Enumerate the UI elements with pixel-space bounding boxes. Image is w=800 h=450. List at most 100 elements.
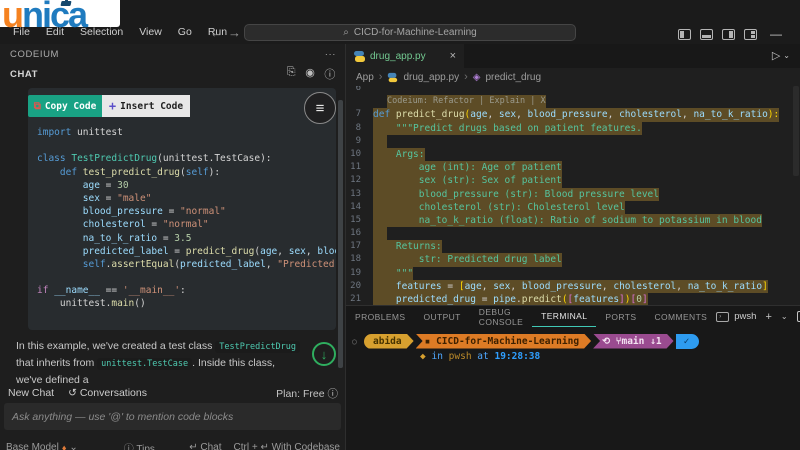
chat-section-header: CHAT ⎘ ◉ ⓘ xyxy=(0,64,346,84)
plan-badge[interactable]: Plan: Free ⓘ xyxy=(276,386,338,401)
tab-terminal[interactable]: TERMINAL xyxy=(532,306,597,327)
forward-icon[interactable]: → xyxy=(228,25,241,40)
gem-icon: ♦ xyxy=(61,442,67,450)
menu-go[interactable]: Go xyxy=(171,24,199,40)
sidebar-more-icon[interactable]: ··· xyxy=(325,49,336,60)
account-icon[interactable]: ◉ xyxy=(305,66,315,82)
run-caret-icon: ⌄ xyxy=(783,51,790,60)
tab-output[interactable]: OUTPUT xyxy=(414,306,469,327)
prompt-status-segment: ✓ xyxy=(675,333,700,349)
code-editor[interactable]: 6 Codeium: Refactor | Explain | X 7 def pre… xyxy=(346,86,800,305)
breadcrumb-file[interactable]: drug_app.py xyxy=(403,72,459,83)
shell-icon: › xyxy=(716,311,730,322)
editor-tab-bar: drug_app.py × xyxy=(346,44,800,68)
tab-ports[interactable]: PORTS xyxy=(596,306,645,327)
tab-label: drug_app.py xyxy=(370,50,426,62)
tab-comments[interactable]: COMMENTS xyxy=(645,306,716,327)
chat-title: CHAT xyxy=(10,68,39,80)
code-lines: 6 Codeium: Refactor | Explain | X 7 def pre… xyxy=(350,86,780,305)
command-decoration-icon: ○ xyxy=(352,336,357,346)
logo-text: unica xyxy=(2,0,88,35)
enter-icon: ↵ xyxy=(189,442,198,450)
shell-label[interactable]: pwsh xyxy=(734,311,756,322)
terminal-content[interactable]: ○ abida ▪ CICD-for-Machine-Learning ⟲ ⑂m… xyxy=(352,333,798,364)
customize-layout-icon[interactable] xyxy=(744,28,757,40)
info-icon[interactable]: ⓘ xyxy=(324,66,336,82)
diamond-icon: ◆ xyxy=(420,351,426,362)
toggle-secondary-sidebar-icon[interactable] xyxy=(722,28,735,40)
chat-model-bar: Base Model ♦ ⌄ ⓘ Tips ↵ Chat Ctrl + ↵ Wi… xyxy=(0,440,346,450)
history-icon: ↺ xyxy=(68,387,77,399)
back-icon[interactable]: ← xyxy=(210,25,223,40)
chat-scrollbar[interactable] xyxy=(338,100,343,368)
menu-view[interactable]: View xyxy=(132,24,169,40)
tips-button[interactable]: ⓘ Tips xyxy=(124,440,155,450)
terminal-dropdown-icon[interactable]: ⌄ xyxy=(781,312,788,321)
export-chat-icon[interactable]: ⎘ xyxy=(287,66,296,82)
close-tab-icon[interactable]: × xyxy=(450,50,456,62)
clipboard-icon: ⧉ xyxy=(33,100,41,112)
toggle-sidebar-icon[interactable] xyxy=(678,28,691,40)
sidebar-title: CODEIUM xyxy=(10,48,60,60)
inline-code-chip: unittest.TestCase xyxy=(97,358,193,370)
run-icon: ▷ xyxy=(771,50,781,62)
prompt-repo-segment: ▪ CICD-for-Machine-Learning xyxy=(416,334,591,349)
sync-icon: ⟲ xyxy=(602,335,611,347)
model-caret-icon[interactable]: ⌄ xyxy=(69,442,77,450)
window-layout-controls: — xyxy=(678,27,782,41)
chat-code-block: ⧉ Copy Code + Insert Code import unittes… xyxy=(28,88,336,330)
new-chat-button[interactable]: New Chat xyxy=(8,387,54,399)
editor-scrollbar[interactable] xyxy=(793,86,799,176)
info-icon: ⓘ xyxy=(327,387,339,400)
bottom-panel: PROBLEMS OUTPUT DEBUG CONSOLE TERMINAL P… xyxy=(346,305,800,450)
editor-group: drug_app.py × ▷ ⌄ App › drug_app.py › ◈ … xyxy=(346,44,800,305)
method-symbol-icon: ◈ xyxy=(472,71,481,83)
python-file-icon xyxy=(388,72,398,82)
graduation-cap-icon xyxy=(60,0,73,7)
search-icon: ⌕ xyxy=(343,27,349,38)
copy-code-button[interactable]: ⧉ Copy Code xyxy=(28,95,102,117)
info-icon: ⓘ xyxy=(123,444,134,450)
minimize-button[interactable]: — xyxy=(770,27,782,41)
chat-footer-bar: New Chat ↺ Conversations Plan: Free ⓘ xyxy=(0,385,346,401)
chat-input-placeholder: Ask anything — use '@' to mention code b… xyxy=(12,410,234,423)
run-python-file-button[interactable]: ▷ ⌄ xyxy=(772,49,790,62)
split-terminal-icon[interactable] xyxy=(796,311,800,322)
panel-tab-bar: PROBLEMS OUTPUT DEBUG CONSOLE TERMINAL P… xyxy=(346,306,800,327)
chevron-icon: › xyxy=(378,71,383,83)
codeium-chat-panel: CODEIUM ··· CHAT ⎘ ◉ ⓘ ⧉ Copy Code + Ins… xyxy=(0,44,346,450)
check-icon: ✓ xyxy=(683,335,690,347)
down-arrow-icon: ↓ xyxy=(320,346,328,362)
folder-icon: ▪ xyxy=(424,335,431,347)
breadcrumb-symbol[interactable]: predict_drug xyxy=(485,72,541,83)
terminal-actions: › pwsh + ⌄ xyxy=(716,311,800,323)
insert-code-button[interactable]: + Insert Code xyxy=(102,95,190,117)
codebase-hint: Ctrl + ↵ With Codebase xyxy=(233,442,340,450)
scroll-to-bottom-button[interactable]: ↓ xyxy=(312,342,336,366)
unica-logo: unica xyxy=(0,0,122,44)
inline-code-chip: TestPredictDrug xyxy=(215,341,301,353)
hamburger-icon: ≡ xyxy=(315,99,325,117)
command-center-search[interactable]: ⌕ CICD-for-Machine-Learning xyxy=(244,24,576,41)
chevron-icon: › xyxy=(464,71,468,83)
chat-explanation: In this example, we've created a test cl… xyxy=(16,338,304,388)
chat-code-content: import unittest class TestPredictDrug(uni… xyxy=(37,127,336,310)
python-file-icon xyxy=(354,50,365,62)
vscode-window: File Edit Selection View Go Run ··· ← → … xyxy=(0,0,800,450)
breadcrumb-folder[interactable]: App xyxy=(356,72,374,83)
terminal-prompt: ○ abida ▪ CICD-for-Machine-Learning ⟲ ⑂m… xyxy=(352,333,798,349)
chat-menu-button[interactable]: ≡ xyxy=(304,92,336,124)
code-block-actions: ⧉ Copy Code + Insert Code xyxy=(28,95,190,117)
new-terminal-icon[interactable]: + xyxy=(765,311,771,323)
search-text: CICD-for-Machine-Learning xyxy=(353,27,477,38)
chat-hint: ↵ Chat xyxy=(189,442,221,450)
plus-icon: + xyxy=(108,99,117,113)
model-selector[interactable]: Base Model xyxy=(6,442,59,450)
tab-debug-console[interactable]: DEBUG CONSOLE xyxy=(470,306,532,327)
conversations-button[interactable]: ↺ Conversations xyxy=(68,387,147,399)
breadcrumb: App › drug_app.py › ◈ predict_drug xyxy=(356,68,796,86)
chat-input[interactable]: Ask anything — use '@' to mention code b… xyxy=(4,403,341,430)
tab-drug-app-py[interactable]: drug_app.py × xyxy=(346,44,464,68)
tab-problems[interactable]: PROBLEMS xyxy=(346,306,414,327)
toggle-panel-icon[interactable] xyxy=(700,28,713,40)
